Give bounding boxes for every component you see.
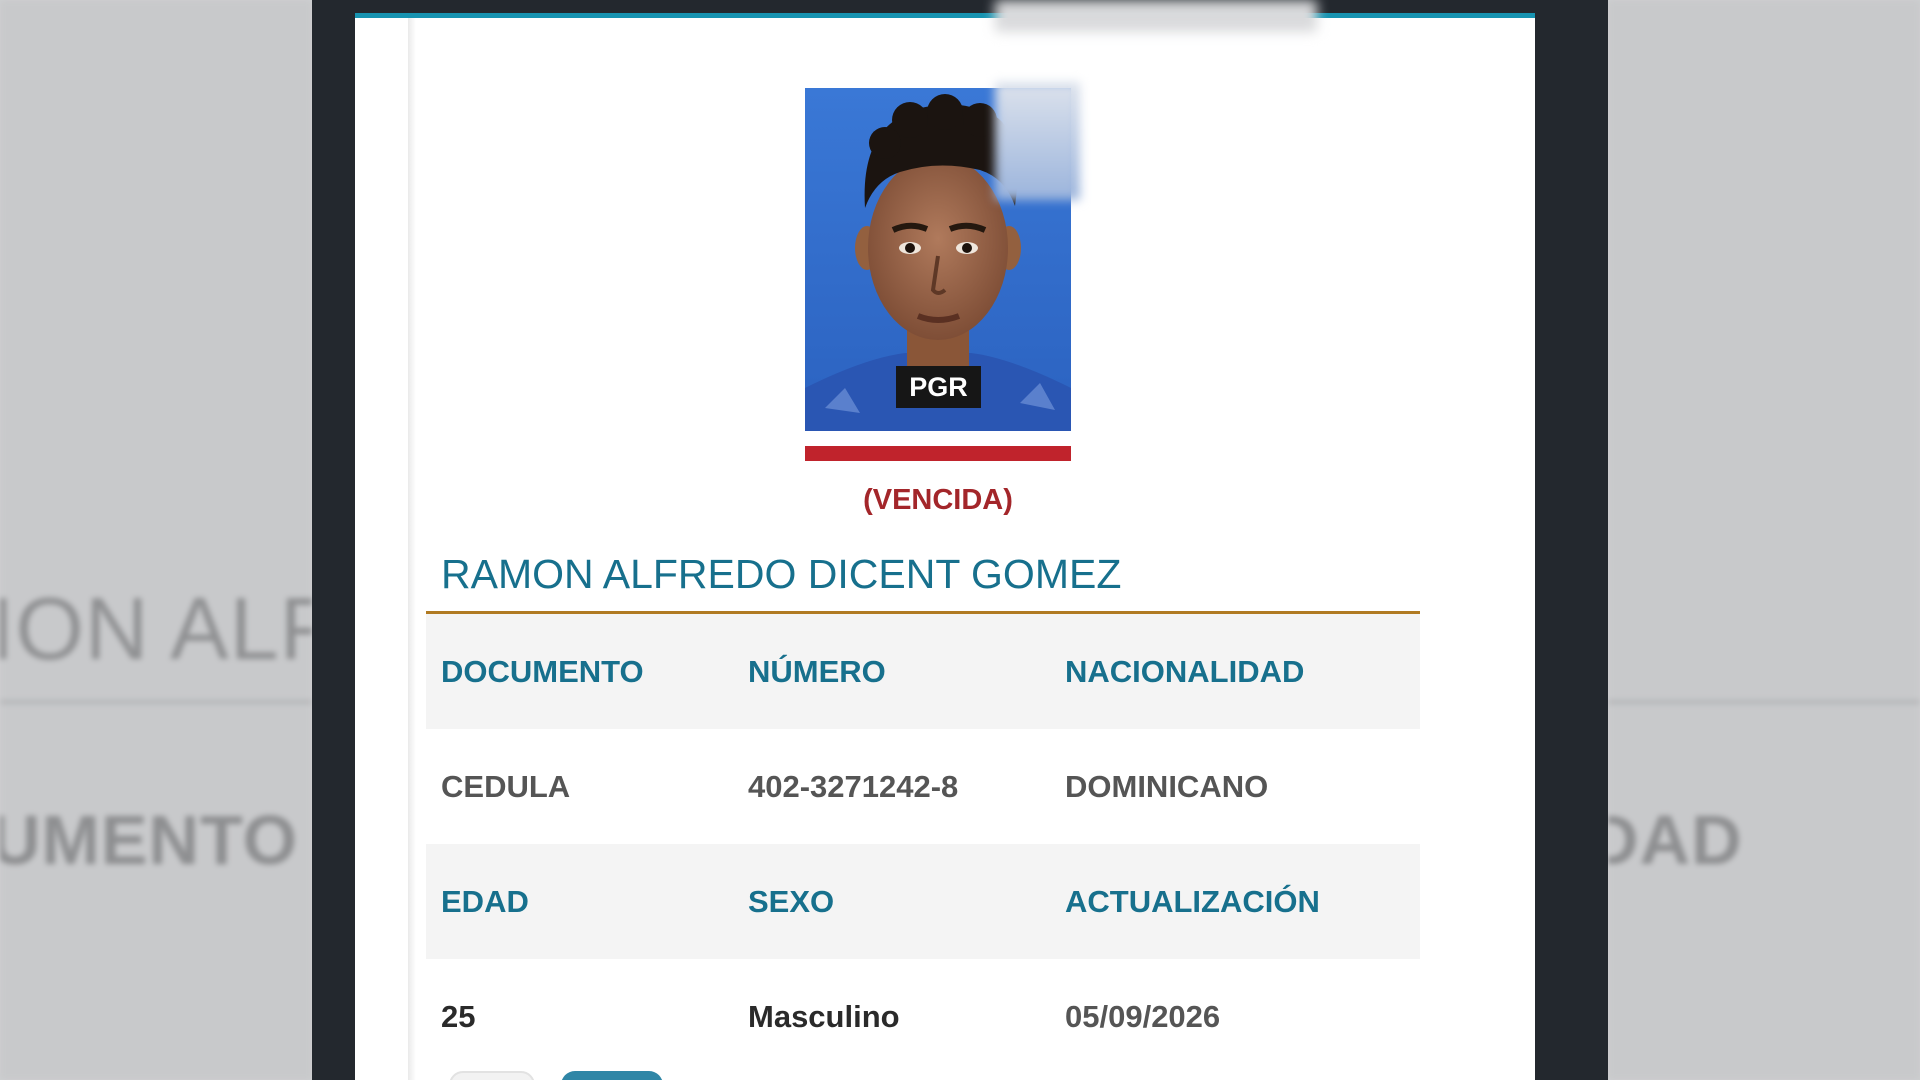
value-nacionalidad: DOMINICANO <box>1065 769 1269 804</box>
header-numero: NÚMERO <box>748 654 886 689</box>
pgr-watermark: PGR <box>896 366 981 408</box>
table-header-row: DOCUMENTO NÚMERO NACIONALIDAD <box>426 614 1420 729</box>
value-documento: CEDULA <box>441 769 571 804</box>
value-numero: 402-3271242-8 <box>748 769 959 804</box>
background-divider <box>0 700 312 704</box>
info-table: DOCUMENTO NÚMERO NACIONALIDAD CEDULA 402… <box>426 614 1420 1074</box>
blurred-background-right: DAD <box>1608 0 1920 1080</box>
person-name: RAMON ALFREDO DICENT GOMEZ <box>441 551 1122 597</box>
status-bar <box>805 446 1071 461</box>
background-nat-fragment: DAD <box>1608 801 1743 879</box>
card-inner-shadow <box>408 18 416 1080</box>
header-documento: DOCUMENTO <box>441 654 644 689</box>
redacted-photo-area <box>995 82 1080 200</box>
value-actualizacion: 05/09/2026 <box>1065 999 1221 1034</box>
value-edad: 25 <box>441 999 476 1034</box>
header-sexo: SEXO <box>748 884 835 919</box>
header-nacionalidad: NACIONALIDAD <box>1065 654 1305 689</box>
table-row: CEDULA 402-3271242-8 DOMINICANO <box>426 729 1420 844</box>
table-header-row: EDAD SEXO ACTUALIZACIÓN <box>426 844 1420 959</box>
header-actualizacion: ACTUALIZACIÓN <box>1065 884 1320 919</box>
table-row: 25 Masculino 05/09/2026 <box>426 959 1420 1074</box>
video-frame: ION ALF UMENTO DAD PGR (VENCIDA) RAMON A… <box>0 0 1920 1080</box>
blurred-background-left: ION ALF UMENTO <box>0 0 312 1080</box>
background-name-fragment: ION ALF <box>0 579 312 678</box>
background-doc-fragment: UMENTO <box>0 801 299 879</box>
partial-button-right[interactable] <box>561 1071 663 1080</box>
status-label: (VENCIDA) <box>863 484 1013 516</box>
redacted-area <box>995 0 1317 32</box>
partial-button-left[interactable] <box>449 1071 535 1080</box>
background-divider <box>1608 700 1920 704</box>
value-sexo: Masculino <box>748 999 900 1034</box>
header-edad: EDAD <box>441 884 529 919</box>
